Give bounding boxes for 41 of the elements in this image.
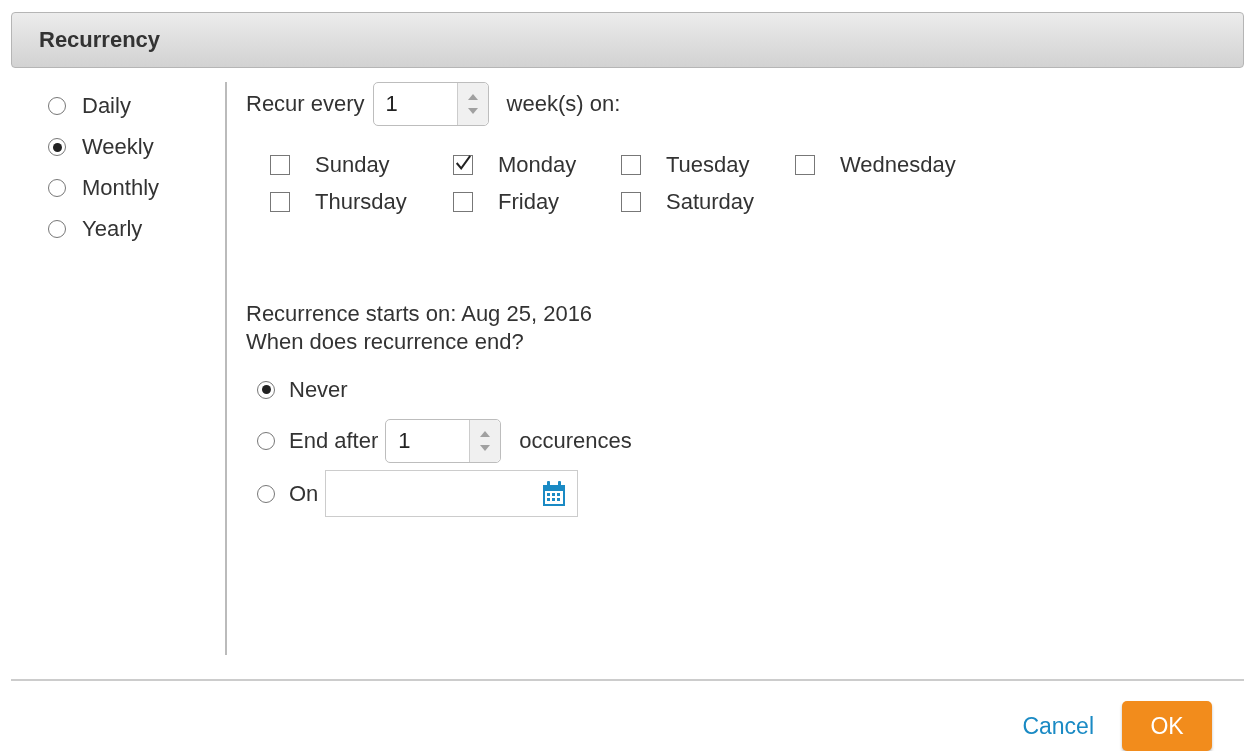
radio-button[interactable] <box>257 431 275 450</box>
checkbox[interactable] <box>621 192 641 213</box>
radio-label: Monthly <box>82 175 160 202</box>
number-spinner[interactable]: 1 <box>372 81 489 126</box>
checkbox[interactable] <box>453 192 473 213</box>
day-label: Saturday <box>666 189 755 216</box>
radio-button[interactable] <box>48 97 66 116</box>
radio-button[interactable] <box>48 138 66 157</box>
dialog-title: Recurrency <box>39 26 161 53</box>
radio-label: On <box>289 480 319 507</box>
checkbox[interactable] <box>270 155 290 176</box>
down-arrow-icon[interactable] <box>478 442 493 453</box>
radio-label: Weekly <box>82 134 154 161</box>
day-label: Sunday <box>315 152 390 179</box>
day-label: Monday <box>498 152 577 179</box>
occurrences-label: occurences <box>519 427 632 454</box>
radio-button[interactable] <box>48 179 66 198</box>
day-label: Friday <box>498 189 560 216</box>
radio-label: End after <box>289 427 379 454</box>
date-field[interactable] <box>325 470 579 518</box>
checkbox[interactable] <box>795 155 815 176</box>
radio-label: Yearly <box>82 216 143 243</box>
recur-label: Recur every <box>246 90 365 117</box>
recur-unit-label: week(s) on: <box>506 90 621 117</box>
radio-button[interactable] <box>257 484 275 503</box>
radio-label: Daily <box>82 93 131 120</box>
end-question-text: When does recurrence end? <box>246 328 525 355</box>
cancel-link[interactable]: Cancel <box>1022 712 1094 740</box>
down-arrow-icon[interactable] <box>465 105 480 116</box>
calendar-icon[interactable] <box>541 479 568 508</box>
checkbox[interactable] <box>621 155 641 176</box>
day-label: Tuesday <box>666 152 750 179</box>
number-spinner[interactable]: 1 <box>385 418 502 463</box>
checkbox[interactable] <box>270 192 290 213</box>
day-label: Thursday <box>315 189 407 216</box>
day-label: Wednesday <box>840 152 956 179</box>
start-date-text: Recurrence starts on: Aug 25, 2016 <box>246 300 594 327</box>
radio-label: Never <box>289 376 348 403</box>
radio-button[interactable] <box>48 220 66 239</box>
checkbox[interactable] <box>453 155 473 176</box>
radio-button[interactable] <box>257 380 275 399</box>
